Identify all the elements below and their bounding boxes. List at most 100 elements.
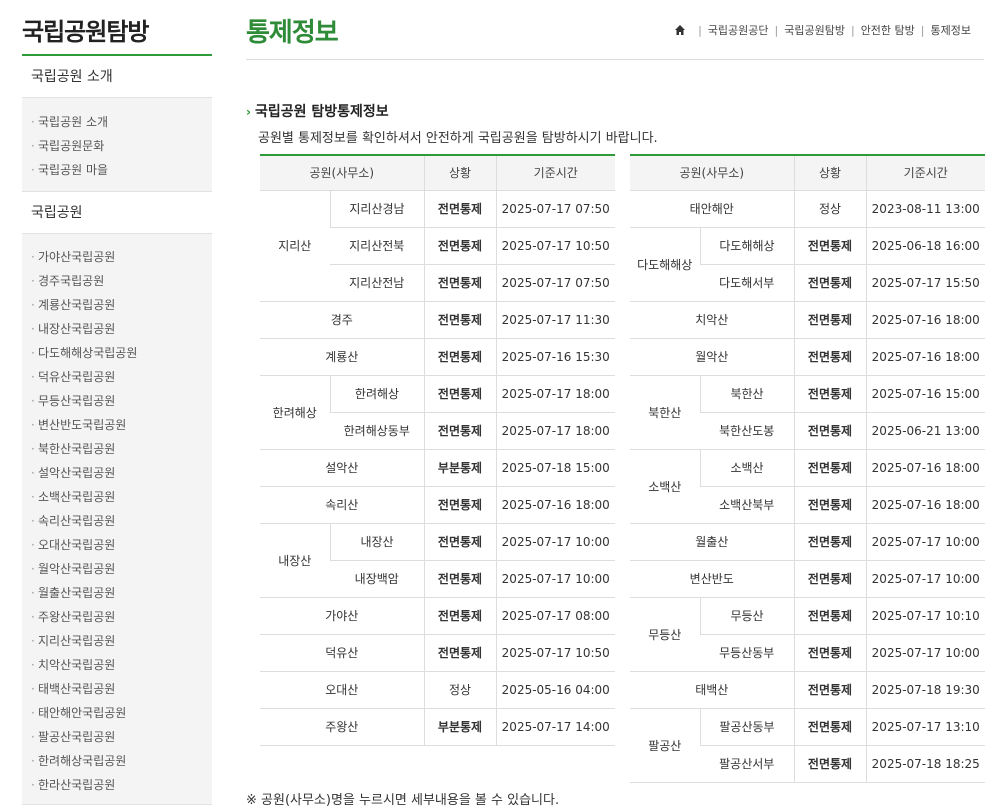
sidebar-item-label: 경주국립공원 [38,274,105,288]
sidebar-item[interactable]: · 변산반도국립공원 [22,413,212,437]
sidebar-item[interactable]: · 월출산국립공원 [22,581,212,605]
park-name[interactable]: 태안해안 [630,190,794,228]
park-name[interactable]: 한려해상 [260,375,330,450]
sidebar-item[interactable]: · 설악산국립공원 [22,461,212,485]
table-row: 팔공산 팔공산동부 전면통제 2025-07-17 13:10 [630,708,985,783]
office-name[interactable]: 다도해해상 [699,227,794,265]
sidebar-item-label: 다도해해상국립공원 [38,346,138,360]
bullet-icon: · [31,274,35,288]
sidebar-item[interactable]: · 계룡산국립공원 [22,293,212,317]
sidebar: 국립공원탐방 국립공원 소개 · 국립공원 소개 · 국립공원문화 · 국립공원 마을 국… [22,0,212,807]
sidebar-heading-parks[interactable]: 국립공원 [22,192,212,234]
sidebar-item[interactable]: · 내장산국립공원 [22,317,212,341]
office-name[interactable]: 팔공산서부 [700,745,794,783]
park-name[interactable]: 치악산 [630,301,794,339]
sidebar-item[interactable]: · 소백산국립공원 [22,485,212,509]
park-name[interactable]: 지리산 [260,190,330,302]
status-badge: 전면통제 [423,412,496,450]
sidebar-item[interactable]: · 무등산국립공원 [22,389,212,413]
office-name[interactable]: 한려해상동부 [330,412,424,450]
table-row: 태안해안 정상 2023-08-11 13:00 [630,190,985,228]
sidebar-item[interactable]: · 치악산국립공원 [22,653,212,677]
park-name[interactable]: 월악산 [630,338,794,376]
park-name[interactable]: 가야산 [260,597,424,635]
status-badge: 전면통제 [793,227,866,265]
park-name[interactable]: 월출산 [630,523,794,561]
office-name[interactable]: 지리산경남 [329,190,424,228]
office-name[interactable]: 내장백암 [330,560,424,598]
park-name[interactable]: 변산반도 [630,560,794,598]
reference-time: 2025-07-17 10:10 [865,597,985,635]
home-icon[interactable] [674,24,686,36]
column-header-status: 상황 [793,154,866,191]
sidebar-item[interactable]: · 주왕산국립공원 [22,605,212,629]
office-name[interactable]: 무등산동부 [700,634,794,672]
park-name[interactable]: 주왕산 [260,708,424,746]
sidebar-item-label: 북한산국립공원 [38,442,116,456]
sidebar-item[interactable]: · 한라산국립공원 [22,773,212,797]
sidebar-item[interactable]: · 오대산국립공원 [22,533,212,557]
section-title-text: 국립공원 탐방통제정보 [254,104,389,120]
office-name[interactable]: 다도해서부 [700,264,794,302]
park-name[interactable]: 오대산 [260,671,424,709]
status-badge: 전면통제 [793,301,866,339]
office-name[interactable]: 팔공산동부 [699,708,794,746]
park-name[interactable]: 속리산 [260,486,424,524]
sidebar-item[interactable]: · 월악산국립공원 [22,557,212,581]
breadcrumb-item-3[interactable]: 안전한 탐방 [861,22,915,38]
breadcrumb-item-2[interactable]: 국립공원탐방 [784,22,845,38]
sidebar-item-label: 덕유산국립공원 [38,370,116,384]
park-name[interactable]: 덕유산 [260,634,424,672]
reference-time: 2025-07-17 10:00 [865,523,985,561]
office-name[interactable]: 소백산 [699,449,794,487]
sidebar-list-parks: · 가야산국립공원 · 경주국립공원 · 계룡산국립공원 · 내장산국립공원 · 다도해해상국립공… [22,234,212,805]
status-badge: 전면통제 [793,671,866,709]
reference-time: 2025-07-16 15:00 [865,375,985,413]
park-name[interactable]: 계룡산 [260,338,424,376]
sidebar-item[interactable]: · 지리산국립공원 [22,629,212,653]
park-name[interactable]: 내장산 [260,523,330,598]
sidebar-item[interactable]: · 한려해상국립공원 [22,749,212,773]
reference-time: 2025-07-16 15:30 [495,338,615,376]
sidebar-item[interactable]: · 다도해해상국립공원 [22,341,212,365]
reference-time: 2025-07-17 18:00 [495,412,615,450]
office-name[interactable]: 소백산북부 [700,486,794,524]
status-badge: 전면통제 [793,338,866,376]
office-name[interactable]: 무등산 [699,597,794,635]
table-row: 지리산 지리산경남 전면통제 2025-07-17 07:50 [260,190,615,302]
sidebar-item[interactable]: · 덕유산국립공원 [22,365,212,389]
park-name[interactable]: 다도해해상 [630,227,700,302]
park-name[interactable]: 설악산 [260,449,424,487]
sidebar-item[interactable]: · 국립공원문화 [22,134,212,158]
office-name[interactable]: 지리산전남 [330,264,424,302]
office-name[interactable]: 한려해상 [329,375,424,413]
status-badge: 전면통제 [423,227,496,265]
office-name[interactable]: 북한산도봉 [700,412,794,450]
park-name[interactable]: 팔공산 [630,708,700,783]
column-header-status: 상황 [423,154,496,191]
sidebar-item[interactable]: · 태백산국립공원 [22,677,212,701]
office-name[interactable]: 북한산 [699,375,794,413]
bullet-icon: · [31,370,35,384]
park-name[interactable]: 무등산 [630,597,700,672]
sidebar-item[interactable]: · 가야산국립공원 [22,245,212,269]
sidebar-item[interactable]: · 북한산국립공원 [22,437,212,461]
column-header-time: 기준시간 [865,154,985,191]
office-name[interactable]: 지리산전북 [330,227,424,265]
park-name[interactable]: 경주 [260,301,424,339]
breadcrumb-item-1[interactable]: 국립공원공단 [708,22,769,38]
sidebar-item[interactable]: · 국립공원 마을 [22,158,212,182]
sidebar-item[interactable]: · 태안해안국립공원 [22,701,212,725]
status-badge: 전면통제 [793,486,866,524]
sidebar-item[interactable]: · 경주국립공원 [22,269,212,293]
sidebar-heading-intro[interactable]: 국립공원 소개 [22,56,212,98]
office-name[interactable]: 내장산 [329,523,424,561]
table-row: 내장산 내장산 전면통제 2025-07-17 10:00 [260,523,615,598]
park-name[interactable]: 북한산 [630,375,700,450]
sidebar-item[interactable]: · 팔공산국립공원 [22,725,212,749]
reference-time: 2025-07-17 10:00 [865,560,985,598]
park-name[interactable]: 소백산 [630,449,700,524]
sidebar-item[interactable]: · 국립공원 소개 [22,110,212,134]
park-name[interactable]: 태백산 [630,671,794,709]
sidebar-item[interactable]: · 속리산국립공원 [22,509,212,533]
